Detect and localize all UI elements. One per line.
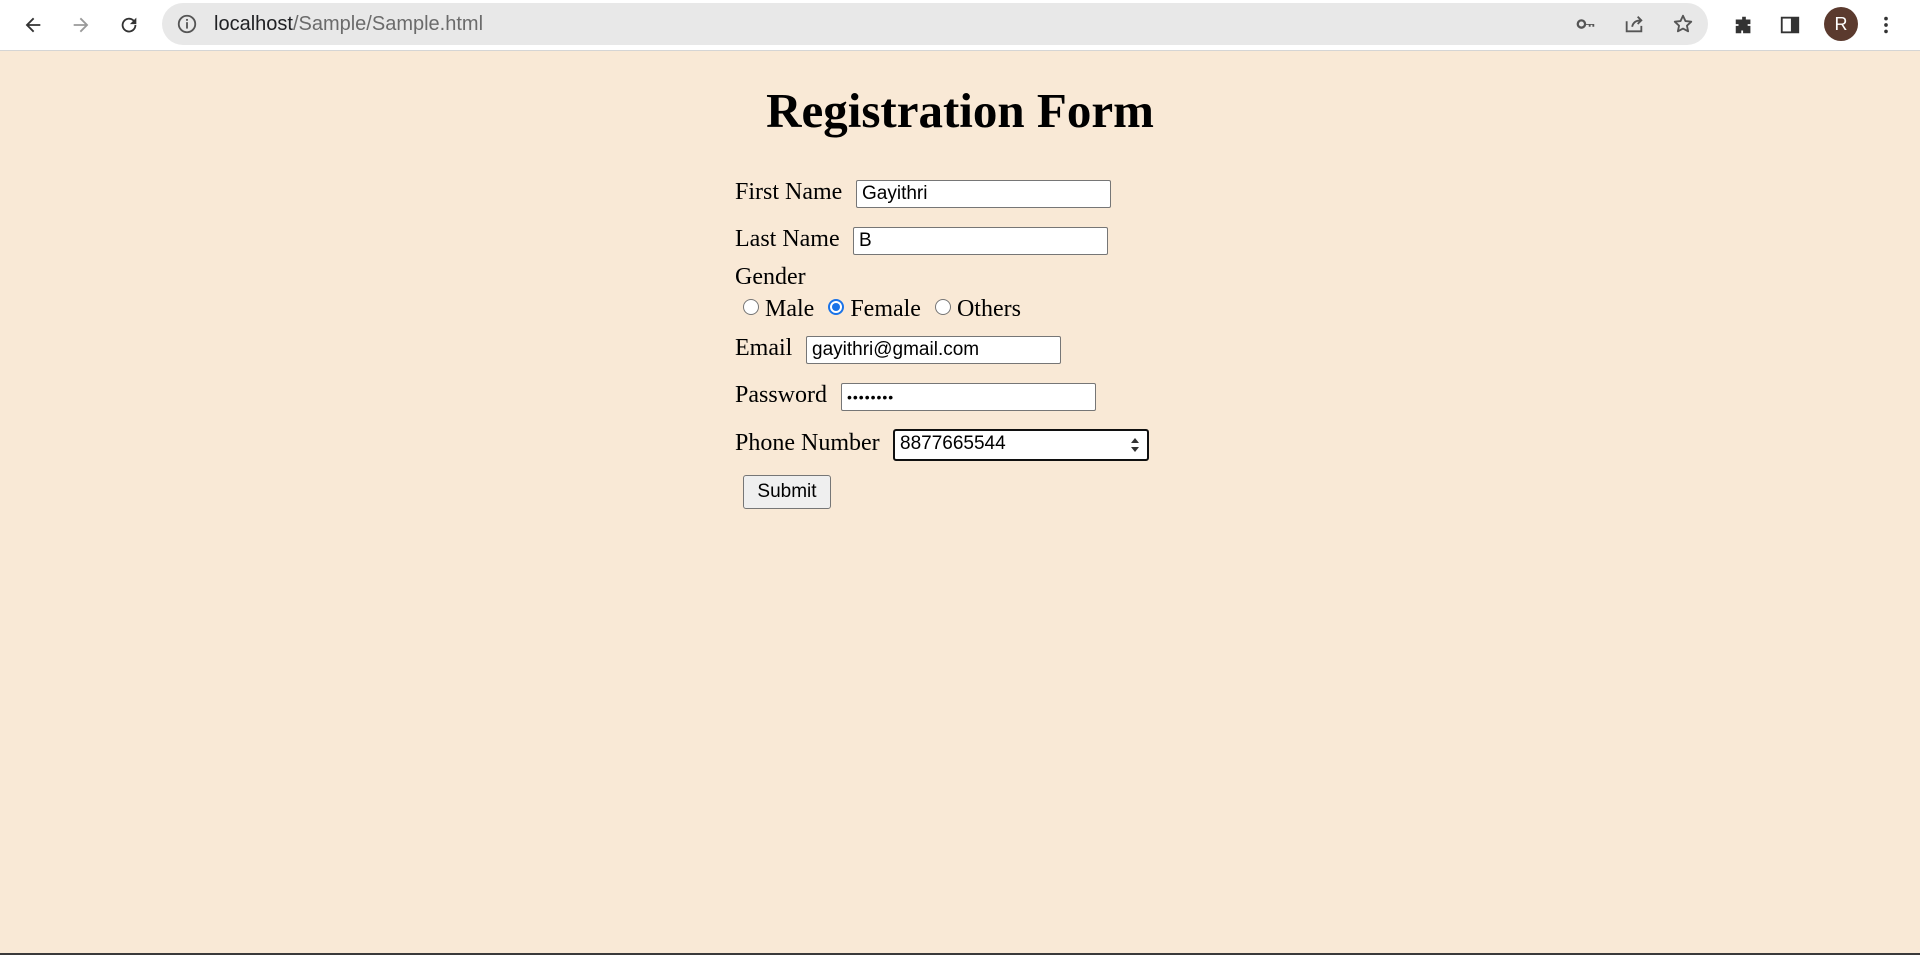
gender-male-label: Male	[765, 296, 815, 322]
email-label: Email	[735, 334, 793, 361]
address-bar[interactable]: localhost/Sample/Sample.html	[162, 3, 1708, 45]
password-label: Password	[735, 381, 828, 408]
last-name-row: Last Name	[735, 225, 840, 253]
gender-options: Male Female Others	[735, 296, 1021, 323]
share-icon[interactable]	[1623, 13, 1645, 35]
gender-male-radio[interactable]	[743, 299, 759, 316]
first-name-label: First Name	[735, 178, 843, 205]
gender-label-row: Gender	[735, 263, 806, 291]
back-button[interactable]	[15, 7, 51, 43]
back-icon	[25, 17, 41, 33]
menu-icon	[1884, 16, 1888, 34]
gender-female-radio[interactable]	[828, 299, 845, 316]
last-name-input[interactable]: B	[853, 227, 1108, 255]
first-name-input[interactable]: Gayithri	[856, 180, 1111, 208]
forward-icon	[73, 17, 89, 33]
submit-button[interactable]: Submit	[743, 475, 831, 509]
extensions-button[interactable]	[1726, 7, 1762, 43]
extensions-icon	[1735, 16, 1751, 34]
side-panel-icon	[1780, 16, 1800, 34]
gender-female-label: Female	[850, 296, 921, 322]
profile-avatar[interactable]: R	[1824, 7, 1858, 41]
last-name-label: Last Name	[735, 225, 840, 252]
email-input[interactable]: gayithri@gmail.com	[806, 336, 1061, 364]
first-name-row: First Name	[735, 178, 842, 206]
password-input[interactable]: ••••••••	[841, 383, 1096, 411]
menu-button[interactable]	[1868, 7, 1904, 43]
number-spinner-icon[interactable]	[1129, 436, 1141, 454]
phone-row: Phone Number	[735, 429, 880, 457]
key-icon[interactable]	[1575, 13, 1597, 35]
phone-label: Phone Number	[735, 429, 880, 456]
url-path: /Sample/Sample.html	[292, 13, 484, 35]
email-row: Email	[735, 334, 792, 362]
password-row: Password	[735, 381, 827, 409]
phone-input-value: 8877665544	[900, 433, 1006, 454]
side-panel-button[interactable]	[1772, 7, 1808, 43]
reload-button[interactable]	[111, 7, 147, 43]
gender-others-label: Others	[956, 296, 1021, 322]
star-icon[interactable]	[1672, 13, 1694, 35]
info-icon[interactable]	[176, 13, 198, 35]
phone-input[interactable]: 8877665544	[893, 429, 1149, 461]
forward-button[interactable]	[63, 7, 99, 43]
page-title: Registration Form	[766, 83, 1154, 138]
gender-others-radio[interactable]	[934, 299, 951, 316]
gender-label: Gender	[735, 263, 806, 290]
browser-toolbar: localhost/Sample/Sample.html R	[0, 0, 1920, 51]
url-host: localhost	[214, 13, 293, 35]
url-text: localhost/Sample/Sample.html	[214, 13, 483, 36]
reload-icon	[121, 17, 137, 33]
